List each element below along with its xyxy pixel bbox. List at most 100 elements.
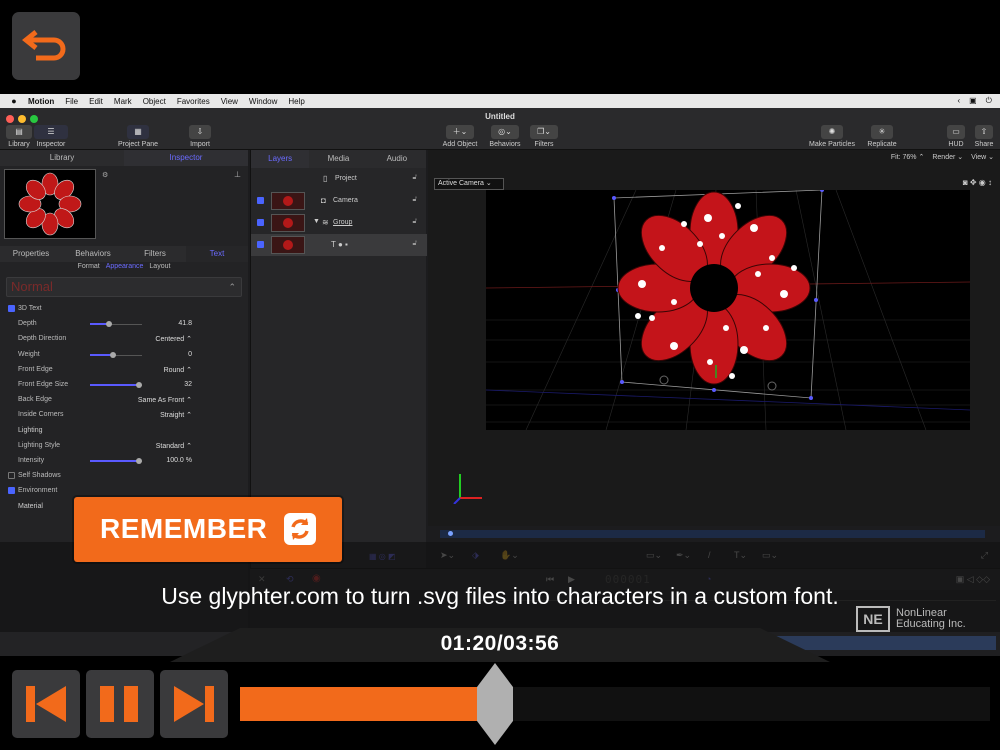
behaviors-button[interactable]: ◎⌄ Behaviors [486, 125, 524, 148]
prop-row-depth[interactable]: Depth 41.8 [6, 317, 242, 332]
menu-file[interactable]: File [65, 97, 78, 106]
slider-knob[interactable] [136, 458, 143, 464]
prop-value[interactable]: 100.0 % [166, 457, 192, 464]
render-menu[interactable]: Render ⌄ [932, 153, 963, 161]
prop-slider[interactable] [90, 323, 142, 326]
progress-scrubber-handle[interactable] [477, 663, 513, 745]
menu-mark[interactable]: Mark [114, 97, 132, 106]
checkbox[interactable] [8, 487, 15, 495]
share-button[interactable]: ⇧ Share [972, 125, 996, 148]
layer-checkbox[interactable] [257, 219, 264, 226]
chevron-left-icon[interactable]: ‹ [957, 96, 960, 106]
prop-label: Lighting Style [18, 441, 61, 449]
disclosure-triangle-icon[interactable]: ▼ [313, 218, 320, 225]
layer-row-project[interactable]: ▯ Project 🔓︎ [251, 168, 427, 190]
prop-value[interactable]: 32 [184, 381, 192, 388]
viewport-canvas[interactable] [486, 190, 970, 430]
tab-layout[interactable]: Layout [149, 263, 170, 270]
menu-edit[interactable]: Edit [89, 97, 103, 106]
tab-text[interactable]: Text [186, 246, 248, 262]
filters-button[interactable]: ❐⌄ Filters [528, 125, 560, 148]
prop-value[interactable]: Standard ⌃ [156, 442, 192, 450]
prop-value[interactable]: 0 [188, 351, 192, 358]
tab-inspector[interactable]: Inspector [124, 150, 248, 166]
tab-audio[interactable]: Audio [368, 150, 426, 168]
skip-forward-icon [174, 686, 214, 722]
prop-row-self-shadows[interactable]: Self Shadows [6, 469, 242, 484]
menu-object[interactable]: Object [143, 97, 166, 106]
library-button[interactable]: ▤ Library [6, 125, 32, 148]
slider-knob[interactable] [136, 382, 143, 388]
lock-icon[interactable]: 🔓︎ [412, 174, 417, 182]
layer-checkbox[interactable] [257, 197, 264, 204]
prop-value[interactable]: Centered ⌃ [155, 335, 192, 343]
fit-zoom-select[interactable]: Fit: 76% ⌃ [891, 153, 925, 161]
checkbox[interactable] [8, 305, 15, 312]
prop-row-lighting-style[interactable]: Lighting Style Standard ⌃ [6, 439, 242, 454]
previous-button[interactable] [12, 670, 80, 738]
prop-value[interactable]: 41.8 [178, 320, 192, 327]
tab-behaviors[interactable]: Behaviors [62, 246, 124, 262]
back-button[interactable] [12, 12, 80, 80]
layer-row-text[interactable]: T ● ▪ 🔓︎ [251, 234, 427, 256]
tab-format[interactable]: Format [78, 263, 100, 270]
tab-layers[interactable]: Layers [251, 150, 310, 168]
add-object-button[interactable]: ＋⌄ Add Object [440, 125, 480, 148]
menu-window[interactable]: Window [249, 97, 277, 106]
replicate-button[interactable]: ✳ Replicate [862, 125, 902, 148]
apple-menu-icon[interactable]: ● [0, 96, 28, 106]
progress-bar[interactable] [240, 687, 990, 721]
pause-button[interactable] [86, 670, 154, 738]
prop-label: Inside Corners [18, 411, 64, 419]
view-menu[interactable]: View ⌄ [971, 153, 994, 161]
next-button[interactable] [160, 670, 228, 738]
prop-row-back-edge[interactable]: Back Edge Same As Front ⌃ [6, 393, 242, 408]
layer-checkbox[interactable] [257, 241, 264, 248]
canvas-scene [486, 190, 970, 430]
3d-view-tools-icon[interactable]: ◙ ✥ ◉ ↕ [963, 178, 992, 187]
checkbox[interactable] [8, 472, 15, 480]
active-camera-select[interactable]: Active Camera ⌄ [434, 178, 504, 190]
layer-row-camera[interactable]: ◘ Camera 🔓︎ [251, 190, 427, 212]
menu-help[interactable]: Help [288, 97, 304, 106]
gear-icon[interactable]: ⚙ [102, 171, 108, 179]
prop-value[interactable]: Straight ⌃ [160, 411, 192, 419]
mini-timeline[interactable] [440, 526, 985, 542]
layer-row-group[interactable]: ▼ ≋ Group 🔓︎ [251, 212, 427, 234]
menu-motion[interactable]: Motion [28, 97, 54, 106]
menu-favorites[interactable]: Favorites [177, 97, 210, 106]
lock-icon[interactable]: 🔓︎ [412, 196, 417, 204]
tab-appearance[interactable]: Appearance [106, 263, 144, 270]
prop-row-3d-text[interactable]: 3D Text [6, 302, 242, 317]
prop-row-front-edge-size[interactable]: Front Edge Size 32 [6, 378, 242, 393]
menu-view[interactable]: View [221, 97, 238, 106]
slider-knob[interactable] [110, 351, 117, 358]
prop-slider[interactable] [90, 384, 142, 386]
tab-library[interactable]: Library [0, 150, 124, 166]
prop-value[interactable]: Same As Front ⌃ [138, 396, 192, 404]
prop-slider[interactable] [90, 460, 142, 462]
tab-properties[interactable]: Properties [0, 246, 62, 262]
prop-label: 3D Text [18, 305, 42, 312]
tab-filters[interactable]: Filters [124, 246, 186, 262]
lock-icon[interactable]: 🔓︎ [412, 240, 417, 248]
inspector-button[interactable]: ☰ Inspector [34, 125, 68, 148]
display-icon[interactable]: ▣ [969, 96, 977, 106]
prop-value[interactable]: Round ⌃ [164, 366, 192, 374]
slider-knob[interactable] [105, 321, 112, 328]
project-pane-button[interactable]: ▦ Project Pane [116, 125, 160, 148]
tab-media[interactable]: Media [309, 150, 367, 168]
power-icon[interactable]: ⏻ [986, 96, 992, 106]
prop-row-intensity[interactable]: Intensity 100.0 % [6, 454, 242, 469]
prop-row-front-edge[interactable]: Front Edge Round ⌃ [6, 363, 242, 378]
lock-icon[interactable]: 🔓︎ [412, 218, 417, 226]
prop-row-inside-corners[interactable]: Inside Corners Straight ⌃ [6, 408, 242, 423]
prop-row-depth-direction[interactable]: Depth Direction Centered ⌃ [6, 332, 242, 347]
import-button[interactable]: ⇩ Import [186, 125, 214, 148]
style-preset-select[interactable]: Normal ⌃ [6, 277, 242, 297]
prop-row-weight[interactable]: Weight 0 [6, 348, 242, 363]
project-pane-icon: ▦ [127, 125, 149, 139]
make-particles-button[interactable]: ✺ Make Particles [806, 125, 858, 148]
hud-button[interactable]: ▭ HUD [944, 125, 968, 148]
pin-icon[interactable]: ⊥ [234, 170, 241, 179]
